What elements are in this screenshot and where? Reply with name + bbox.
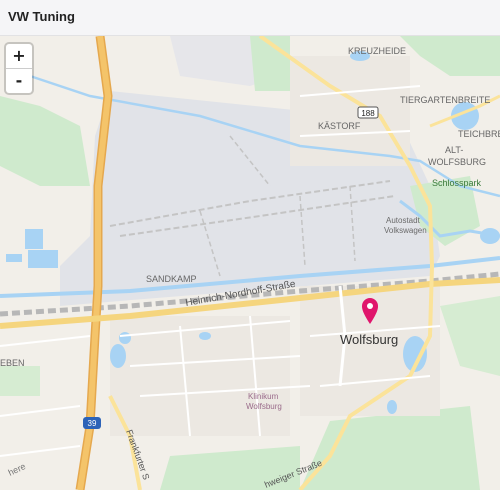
label-klinikum-1: Klinikum (248, 392, 279, 401)
page-title: VW Tuning (8, 9, 75, 24)
lake-water (387, 400, 397, 414)
label-tiergartenbreite: TIERGARTENBREITE (400, 95, 490, 105)
label-schlosspark: Schlosspark (432, 178, 482, 188)
app-header: VW Tuning (0, 0, 500, 36)
lake-water (6, 254, 22, 262)
label-autostadt-2: Volkswagen (384, 226, 427, 235)
lake-water (110, 344, 126, 368)
svg-text:188: 188 (361, 109, 375, 118)
bottom-border (0, 490, 500, 496)
label-alt-wolfsburg-1: ALT- (445, 145, 463, 155)
lake-water (480, 228, 500, 244)
zoom-control: + - (6, 44, 32, 93)
lake-water (119, 332, 131, 344)
zoom-in-button[interactable]: + (6, 44, 32, 69)
label-klinikum-2: Wolfsburg (246, 402, 282, 411)
map-canvas[interactable]: 188 39 KREUZHEIDE TIERGARTENBREITE KÄSTO… (0, 36, 500, 490)
map-view[interactable]: 188 39 KREUZHEIDE TIERGARTENBREITE KÄSTO… (0, 36, 500, 490)
road-shield-188: 188 (357, 106, 379, 119)
svg-text:39: 39 (88, 419, 97, 428)
label-alt-wolfsburg-2: WOLFSBURG (428, 157, 486, 167)
label-wolfsburg: Wolfsburg (340, 332, 398, 347)
label-teichbreite: TEICHBRE (458, 129, 500, 139)
lake-water (199, 332, 211, 340)
label-eben: EBEN (0, 358, 25, 368)
label-autostadt-1: Autostadt (386, 216, 421, 225)
road-shield-39: 39 (83, 417, 101, 429)
park-area (0, 366, 40, 396)
lake-water (25, 229, 43, 249)
zoom-out-button[interactable]: - (6, 69, 32, 93)
label-kreuzheide: KREUZHEIDE (348, 46, 406, 56)
lake-water (28, 250, 58, 268)
label-sandkamp: SANDKAMP (146, 274, 197, 284)
label-kastorf: KÄSTORF (318, 121, 361, 131)
